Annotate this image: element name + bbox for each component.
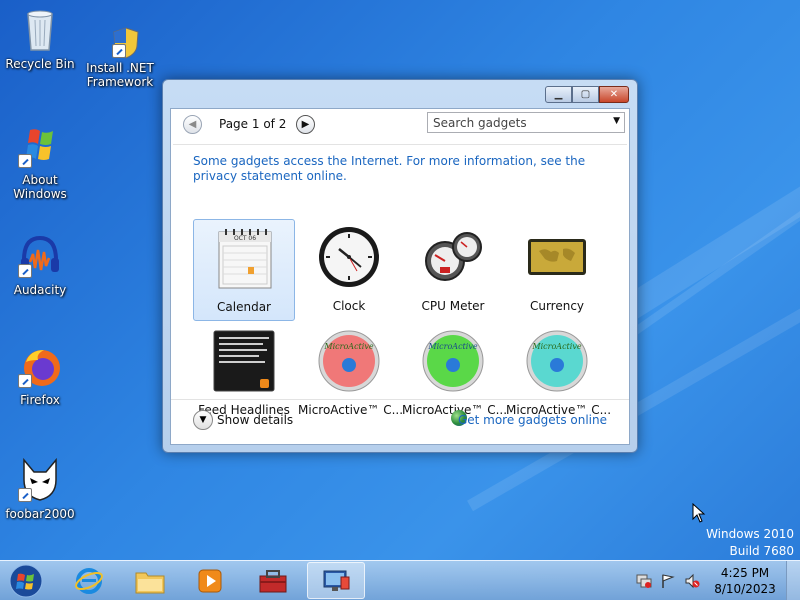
- gadget-calendar[interactable]: OCT 06 Calendar: [193, 219, 295, 321]
- minimize-button[interactable]: ▁: [545, 86, 572, 103]
- desktop-icon-install-dotnet[interactable]: Install .NET Framework: [80, 24, 160, 89]
- watermark-line-1: Windows 2010: [706, 527, 794, 541]
- desktop-icon-label: Audacity: [13, 283, 67, 297]
- gadgets-app-icon: [323, 570, 350, 591]
- start-button[interactable]: [6, 562, 46, 600]
- toolbar-divider: [173, 144, 627, 145]
- start-orb-icon: [9, 564, 43, 598]
- close-button[interactable]: ✕: [599, 86, 629, 103]
- shortcut-arrow-icon: [18, 488, 32, 502]
- clock-time: 4:25 PM: [720, 566, 770, 580]
- taskbar: 4:25 PM 8/10/2023: [0, 560, 800, 600]
- audacity-icon: [16, 232, 64, 280]
- next-page-button[interactable]: ▶: [296, 115, 315, 134]
- gadget-clock[interactable]: Clock: [298, 219, 400, 321]
- minimize-icon: ▁: [554, 89, 563, 100]
- gadget-label: CPU Meter: [421, 299, 485, 313]
- foobar2000-icon: [16, 456, 64, 504]
- volume-muted-icon[interactable]: [684, 573, 700, 589]
- microactive-green-icon: MicroActive: [421, 329, 485, 393]
- calendar-month-text: OCT 06: [234, 235, 256, 242]
- gadget-currency[interactable]: Currency: [506, 219, 608, 321]
- taskbar-clock[interactable]: 4:25 PM 8/10/2023: [710, 565, 780, 597]
- microactive-logo-text: MicroActive: [531, 342, 581, 351]
- file-explorer-icon: [135, 572, 165, 593]
- taskbar-file-explorer[interactable]: [121, 562, 179, 599]
- page-indicator: Page 1 of 2: [219, 117, 287, 131]
- mouse-cursor-icon: [692, 503, 706, 523]
- watermark-line-2: Build 7680: [729, 544, 794, 558]
- calendar-icon: OCT 06: [213, 226, 277, 290]
- maximize-button[interactable]: ▢: [572, 86, 599, 103]
- internet-explorer-icon: [75, 567, 103, 594]
- desktop-icon-label: Firefox: [20, 393, 60, 407]
- desktop-icon-about-windows[interactable]: About Windows: [0, 122, 80, 201]
- previous-page-button[interactable]: ◀: [183, 115, 202, 134]
- shortcut-arrow-icon: [112, 44, 126, 58]
- show-desktop-button[interactable]: [786, 561, 800, 600]
- gadget-cpu-meter[interactable]: CPU Meter: [402, 219, 504, 321]
- microactive-logo-text: MicroActive: [427, 342, 477, 351]
- microactive-red-icon: MicroActive: [317, 329, 381, 393]
- taskbar-gadgets-app[interactable]: [307, 562, 365, 599]
- privacy-notice-link[interactable]: Some gadgets access the Internet. For mo…: [193, 154, 603, 184]
- show-details-label[interactable]: Show details: [217, 413, 293, 427]
- desktop-icon-foobar2000[interactable]: foobar2000: [0, 456, 80, 521]
- gadgets-toolbar: ◀ Page 1 of 2 ▶ Search gadgets ▼: [171, 109, 629, 139]
- gadgets-footer: ▼ Show details Get more gadgets online: [171, 399, 629, 444]
- desktop-icon-audacity[interactable]: Audacity: [0, 232, 80, 297]
- maximize-icon: ▢: [580, 89, 591, 100]
- desktop-icon-label: About Windows: [13, 173, 67, 201]
- shortcut-arrow-icon: [18, 374, 32, 388]
- microactive-logo-text: MicroActive: [323, 342, 373, 351]
- desktop-icon-label: foobar2000: [5, 507, 75, 521]
- arrow-right-icon: ▶: [301, 119, 310, 130]
- clock-date: 8/10/2023: [714, 582, 776, 596]
- taskbar-media-player[interactable]: [181, 562, 239, 599]
- search-gadgets-text: Search gadgets: [433, 116, 527, 130]
- microactive-cyan-icon: MicroActive: [525, 329, 589, 393]
- desktop-icon-recycle-bin[interactable]: Recycle Bin: [0, 6, 80, 71]
- currency-icon: [525, 225, 589, 289]
- get-more-gadgets-link[interactable]: Get more gadgets online: [458, 413, 607, 427]
- window-controls: ▁ ▢ ✕: [545, 86, 629, 103]
- chevron-down-icon: ▼: [199, 415, 207, 425]
- gadgets-window: ▁ ▢ ✕ ◀ Page 1 of 2 ▶ Search gadgets ▼ S…: [162, 79, 638, 453]
- toolbox-icon: [259, 569, 287, 592]
- gadget-label: Currency: [529, 299, 585, 313]
- shortcut-arrow-icon: [18, 154, 32, 168]
- firefox-icon: [16, 342, 64, 390]
- gadget-label: Clock: [332, 299, 366, 313]
- shortcut-arrow-icon: [18, 264, 32, 278]
- search-gadgets-input[interactable]: Search gadgets ▼: [427, 112, 625, 133]
- cpu-meter-icon: [421, 225, 485, 289]
- action-center-flag-icon[interactable]: [660, 573, 676, 589]
- gadget-label: Calendar: [217, 300, 271, 314]
- gadgets-client-area: ◀ Page 1 of 2 ▶ Search gadgets ▼ Some ga…: [170, 108, 630, 445]
- taskbar-internet-explorer[interactable]: [60, 562, 118, 599]
- arrow-left-icon: ◀: [188, 119, 197, 130]
- build-watermark: Windows 2010 Build 7680: [706, 526, 794, 560]
- recycle-bin-icon: [16, 6, 64, 54]
- desktop-icon-firefox[interactable]: Firefox: [0, 342, 80, 407]
- close-icon: ✕: [609, 89, 619, 100]
- taskbar-toolbox[interactable]: [244, 562, 302, 599]
- windows-flag-icon: [16, 122, 64, 170]
- dropdown-arrow-icon[interactable]: ▼: [613, 116, 620, 126]
- show-details-button[interactable]: ▼: [193, 410, 213, 430]
- shield-icon: [96, 24, 144, 72]
- clock-icon: [317, 225, 381, 289]
- media-player-icon: [198, 569, 222, 592]
- desktop-icon-label: Recycle Bin: [5, 57, 75, 71]
- network-icon[interactable]: [636, 573, 652, 589]
- feed-headlines-icon: [212, 329, 276, 393]
